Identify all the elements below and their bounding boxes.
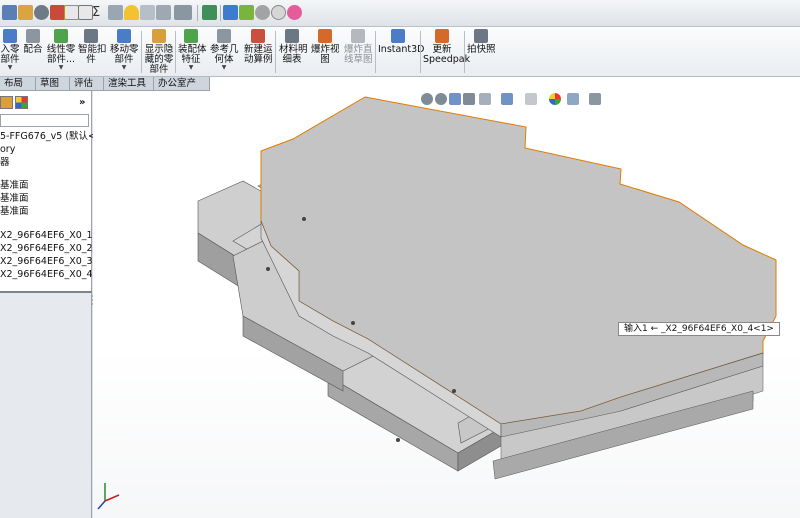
chevron-down-icon[interactable]: ▼ — [178, 65, 204, 71]
tab-layout[interactable]: 布局 — [0, 77, 36, 91]
new-document-icon[interactable] — [2, 5, 17, 20]
command-tabs: 布局 草图 评估 渲染工具 办公室产品 — [0, 77, 210, 103]
rebuild-icon[interactable] — [50, 5, 65, 20]
graphics-area[interactable]: 输入1 ← _X2_96F64EF6_X0_4<1> — [93, 91, 800, 518]
top-plate[interactable] — [260, 96, 777, 480]
move-icon[interactable] — [140, 5, 155, 20]
checkbox-icon[interactable] — [78, 5, 93, 20]
display-manager-icon[interactable] — [15, 96, 28, 109]
tree-root-assembly[interactable]: 5-FFG676_v5 (默认<默 — [0, 131, 106, 143]
tools-icon[interactable] — [108, 5, 123, 20]
chevron-down-icon[interactable]: ▼ — [210, 65, 238, 71]
show-hidden-components-button[interactable]: 显示隐 藏的零 部件 — [144, 29, 174, 75]
feature-manager-panel: » 5-FFG676_v5 (默认<默 ory 器 基准面 基准面 基准面 X2… — [0, 91, 115, 518]
exploded-view-icon — [318, 29, 332, 43]
move-component-button[interactable]: 移动零 部件 ▼ — [110, 29, 139, 75]
tab-render-tools[interactable]: 渲染工具 — [104, 77, 154, 91]
show-hidden-icon — [152, 29, 166, 43]
motion-study-icon — [251, 29, 265, 43]
tab-evaluate[interactable]: 评估 — [70, 77, 104, 91]
tab-row-filler — [210, 77, 800, 91]
take-snapshot-button[interactable]: 拍快照 — [467, 29, 496, 75]
tree-filter-input[interactable] — [0, 114, 89, 127]
reference-geometry-icon — [217, 29, 231, 43]
sphere-icon[interactable] — [255, 5, 270, 20]
panel-empty-area — [0, 293, 91, 518]
mate-tooltip: 输入1 ← _X2_96F64EF6_X0_4<1> — [618, 322, 780, 336]
bom-icon — [285, 29, 299, 43]
explode-line-sketch-button[interactable]: 爆炸直 线草图 — [344, 29, 373, 75]
tab-office-products[interactable]: 办公室产品 — [154, 77, 210, 103]
tree-item-plane-front[interactable]: 基准面 — [0, 180, 29, 192]
chevron-down-icon[interactable]: ▼ — [0, 65, 20, 71]
smart-fastener-button[interactable]: 智能扣 件 — [78, 29, 107, 75]
config-manager-icon[interactable] — [0, 96, 13, 109]
quick-access-toolbar: Σ — [0, 0, 800, 27]
chevron-down-icon[interactable]: ▼ — [46, 65, 76, 71]
mate-button[interactable]: 配合 — [22, 29, 44, 75]
dropdown-icon[interactable] — [174, 5, 192, 20]
tree-item-sensors[interactable]: 器 — [0, 157, 10, 169]
new-motion-study-button[interactable]: 新建运 动算例 — [244, 29, 273, 75]
assembly-model[interactable] — [93, 91, 800, 518]
move-component-icon — [117, 29, 131, 43]
checkbox-icon[interactable] — [64, 5, 79, 20]
open-icon[interactable] — [18, 5, 33, 20]
linear-pattern-icon — [54, 29, 68, 43]
mate-icon — [26, 29, 40, 43]
tab-sketch[interactable]: 草图 — [36, 77, 70, 91]
assembly-feature-button[interactable]: 装配体 特征 ▼ — [178, 29, 207, 75]
ruler-icon[interactable] — [156, 5, 171, 20]
no-icon[interactable] — [271, 5, 286, 20]
insert-component-icon — [3, 29, 17, 43]
explode-line-sketch-icon — [351, 29, 365, 43]
tree-item-plane-top[interactable]: 基准面 — [0, 193, 29, 205]
grid-icon[interactable] — [202, 5, 217, 20]
command-manager: 入零 部件 ▼ 配合 线性零 部件... ▼ 智能扣 件 移动零 部件 ▼ 显示… — [0, 27, 800, 77]
bom-button[interactable]: 材料明 细表 — [279, 29, 308, 75]
warning-icon[interactable] — [124, 5, 139, 20]
reference-geometry-button[interactable]: 参考几 何体 ▼ — [210, 29, 239, 75]
snapshot-icon — [474, 29, 488, 43]
reference-triad — [97, 483, 120, 510]
sum-icon[interactable]: Σ — [92, 5, 107, 20]
update-speedpak-button[interactable]: 更新 Speedpak — [423, 29, 470, 75]
linear-pattern-button[interactable]: 线性零 部件... ▼ — [46, 29, 76, 75]
instant3d-button[interactable]: Instant3D — [378, 29, 424, 75]
insert-component-button[interactable]: 入零 部件 ▼ — [0, 29, 20, 75]
options-icon[interactable] — [34, 5, 49, 20]
instant3d-icon — [391, 29, 405, 43]
assembly-feature-icon — [184, 29, 198, 43]
speedpak-icon — [435, 29, 449, 43]
chevron-down-icon[interactable]: ▼ — [110, 65, 138, 71]
expand-panel-button[interactable]: » — [79, 97, 85, 108]
appearance-icon[interactable] — [287, 5, 302, 20]
tree-item-plane-right[interactable]: 基准面 — [0, 206, 29, 218]
smart-fastener-icon — [84, 29, 98, 43]
tree-item-history[interactable]: ory — [0, 144, 15, 156]
panel-toolbar: » — [0, 95, 92, 111]
component-icon[interactable] — [223, 5, 238, 20]
palette-icon[interactable] — [239, 5, 254, 20]
exploded-view-button[interactable]: 爆炸视 图 — [311, 29, 340, 75]
